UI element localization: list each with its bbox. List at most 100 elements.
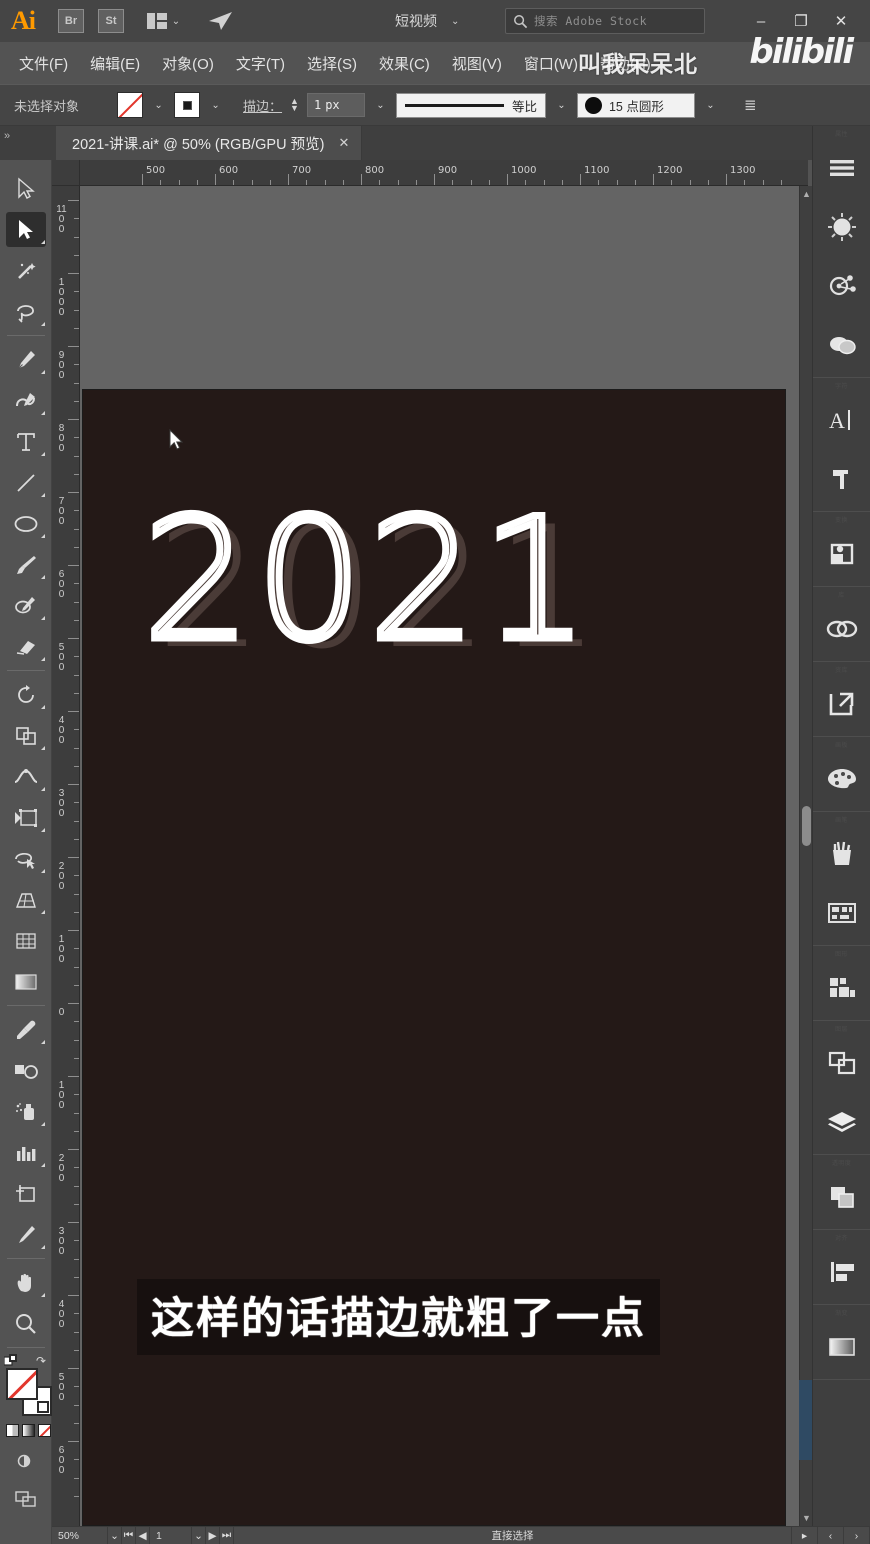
swap-fill-stroke-icon[interactable]: ↷	[36, 1354, 46, 1368]
curvature-tool[interactable]	[0, 380, 52, 421]
menu-object[interactable]: 对象(O)	[151, 49, 225, 78]
export-panel-icon[interactable]	[813, 674, 870, 733]
bridge-button[interactable]: Br	[56, 8, 86, 34]
artboard-chevron-down-icon[interactable]: ⌄	[192, 1526, 206, 1544]
fill-swatch[interactable]	[117, 92, 144, 118]
maximize-button[interactable]: ❐	[792, 12, 810, 30]
artboards-panel-icon[interactable]	[813, 749, 870, 808]
ellipse-tool[interactable]	[0, 503, 52, 544]
subtitle-caption[interactable]: 这样的话描边就粗了一点	[137, 1279, 660, 1355]
collapse-left-icon[interactable]: »	[4, 130, 10, 142]
color-guide-panel-icon[interactable]	[813, 256, 870, 315]
scale-tool[interactable]	[0, 715, 52, 756]
brushes-panel-icon[interactable]	[813, 824, 870, 883]
shape-builder-tool[interactable]	[0, 838, 52, 879]
scroll-up-button[interactable]: ▲	[800, 186, 813, 202]
drawing-mode-button[interactable]	[0, 1442, 52, 1480]
default-fill-stroke-icon[interactable]	[4, 1354, 18, 1368]
variable-width-profile-select[interactable]: 等比	[395, 92, 546, 118]
zoom-chevron-down-icon[interactable]: ⌄	[108, 1526, 122, 1544]
selection-tool[interactable]	[0, 168, 52, 209]
stroke-chevron-down-icon[interactable]: ⌄	[208, 100, 223, 111]
nav-prev-button[interactable]: ‹	[818, 1526, 844, 1544]
zoom-level-field[interactable]: 50%	[52, 1526, 108, 1544]
line-segment-tool[interactable]	[0, 462, 52, 503]
paragraph-panel-icon[interactable]	[813, 449, 870, 508]
stroke-weight-input[interactable]: 1 px	[306, 93, 365, 117]
direct-selection-tool[interactable]	[0, 209, 52, 250]
ruler-origin-corner[interactable]	[52, 160, 80, 186]
gradient-panel-icon[interactable]	[813, 1317, 870, 1376]
vertical-ruler[interactable]: 1100 1000 900 800 700 600 500 400 300 200 100 0 100 2…	[52, 186, 80, 1526]
transparency-panel-icon[interactable]	[813, 1167, 870, 1226]
perspective-grid-tool[interactable]	[0, 879, 52, 920]
arrange-documents-button[interactable]: ⌄	[136, 8, 190, 34]
stock-button[interactable]: St	[96, 8, 126, 34]
first-artboard-button[interactable]: ⏮	[122, 1526, 136, 1544]
artboard-tool[interactable]	[0, 1173, 52, 1214]
zoom-tool[interactable]	[0, 1303, 52, 1344]
hand-tool[interactable]	[0, 1262, 52, 1303]
mesh-tool[interactable]	[0, 920, 52, 961]
gradient-tool[interactable]	[0, 961, 52, 1002]
fill-chevron-down-icon[interactable]: ⌄	[151, 100, 166, 111]
symbols-panel-icon[interactable]	[813, 883, 870, 942]
align-panel-icon[interactable]	[813, 1242, 870, 1301]
horizontal-ruler[interactable]: 500 600 700 800 900 1000 1100 1200 1300	[80, 160, 808, 186]
menu-select[interactable]: 选择(S)	[296, 49, 368, 78]
share-button[interactable]	[206, 8, 236, 34]
transform-panel-icon[interactable]	[813, 524, 870, 583]
last-artboard-button[interactable]: ⏭	[220, 1526, 234, 1544]
chevron-down-icon[interactable]: ⌄	[172, 16, 180, 27]
stroke-weight-chevron-down-icon[interactable]: ⌄	[373, 100, 388, 111]
profile-chevron-down-icon[interactable]: ⌄	[554, 100, 569, 111]
status-tool-label[interactable]: 直接选择	[234, 1526, 792, 1544]
pathfinder-panel-icon[interactable]	[813, 1033, 870, 1092]
none-swatch-button[interactable]	[38, 1424, 51, 1437]
pen-tool[interactable]	[0, 339, 52, 380]
column-graph-tool[interactable]	[0, 1132, 52, 1173]
stroke-swatch[interactable]	[174, 92, 201, 118]
eraser-tool[interactable]	[0, 626, 52, 667]
magic-wand-tool[interactable]	[0, 250, 52, 291]
scrollbar-thumb[interactable]	[802, 806, 811, 846]
artboard[interactable]: 2021 2021 这样的话描边就粗了一点	[82, 389, 786, 1526]
screen-mode-button[interactable]	[0, 1480, 52, 1518]
prev-artboard-button[interactable]: ◀	[136, 1526, 150, 1544]
gradient-swatch-button[interactable]	[22, 1424, 35, 1437]
fill-swatch-none[interactable]	[6, 1368, 38, 1400]
graphic-styles-panel-icon[interactable]	[813, 958, 870, 1017]
color-wheel-panel-icon[interactable]	[813, 197, 870, 256]
cc-libraries-panel-icon[interactable]	[813, 599, 870, 658]
minimize-button[interactable]: –	[752, 13, 770, 30]
menu-edit[interactable]: 编辑(E)	[79, 49, 151, 78]
workspace-switcher[interactable]: 短视频 ⌄	[395, 11, 459, 31]
canvas-area[interactable]: 2021 2021 这样的话描边就粗了一点	[80, 186, 808, 1526]
stroke-weight-label[interactable]: 描边：	[243, 96, 282, 115]
symbol-sprayer-tool[interactable]	[0, 1091, 52, 1132]
close-icon[interactable]: ✕	[338, 135, 349, 151]
close-button[interactable]: ✕	[832, 12, 850, 30]
eyedropper-tool[interactable]	[0, 1009, 52, 1050]
color-swatch-button[interactable]	[6, 1424, 19, 1437]
brush-chevron-down-icon[interactable]: ⌄	[703, 100, 718, 111]
blend-tool[interactable]	[0, 1050, 52, 1091]
free-transform-tool[interactable]	[0, 797, 52, 838]
swatches-panel-icon[interactable]	[813, 315, 870, 374]
brush-definition-select[interactable]: 15 点圆形	[576, 92, 695, 118]
artboard-number-field[interactable]: 1	[150, 1526, 192, 1544]
type-tool[interactable]	[0, 421, 52, 462]
scroll-down-button[interactable]: ▼	[800, 1510, 813, 1526]
stock-search-box[interactable]: 搜索 Adobe Stock	[505, 8, 705, 34]
menu-type[interactable]: 文字(T)	[225, 49, 296, 78]
menu-file[interactable]: 文件(F)	[8, 49, 79, 78]
headline-2021[interactable]: 2021	[140, 479, 595, 682]
stroke-weight-stepper[interactable]: ▲ ▼	[290, 97, 299, 113]
menu-effect[interactable]: 效果(C)	[368, 49, 441, 78]
shaper-tool[interactable]	[0, 585, 52, 626]
nav-next-button[interactable]: ›	[844, 1526, 870, 1544]
width-tool[interactable]	[0, 756, 52, 797]
canvas-vertical-scrollbar[interactable]: ▲ ▼	[799, 186, 812, 1526]
menu-view[interactable]: 视图(V)	[441, 49, 513, 78]
lasso-tool[interactable]	[0, 291, 52, 332]
